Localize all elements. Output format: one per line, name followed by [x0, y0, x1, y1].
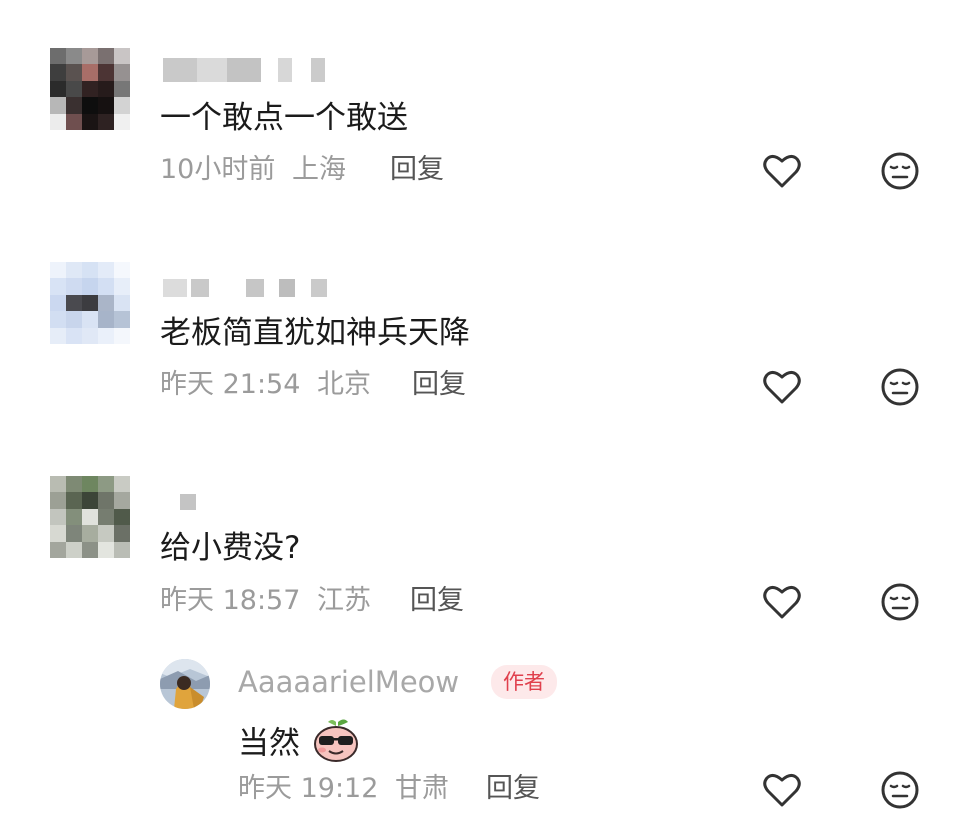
heart-outline-icon[interactable] — [760, 149, 804, 193]
comment-text: 老板简直犹如神兵天降 — [160, 315, 470, 351]
reply-location: 甘肃 — [395, 773, 449, 804]
avatar[interactable] — [50, 48, 130, 130]
author-avatar[interactable] — [160, 659, 210, 709]
comment-time: 昨天 18:57 — [160, 585, 301, 616]
heart-outline-icon[interactable] — [760, 365, 804, 409]
avatar[interactable] — [50, 262, 130, 344]
reply-button[interactable]: 回复 — [486, 771, 540, 807]
reply-time: 昨天 19:12 — [238, 773, 379, 804]
sunglasses-peach-sticker-icon — [312, 718, 360, 772]
heart-outline-icon[interactable] — [760, 768, 804, 812]
comment-location: 上海 — [291, 154, 346, 185]
avatar[interactable] — [50, 476, 130, 558]
comment-text: 一个敢点一个敢送 — [160, 100, 408, 136]
comment-location: 北京 — [317, 369, 371, 400]
reply-button[interactable]: 回复 — [390, 152, 444, 188]
comment-location: 江苏 — [317, 585, 371, 616]
comment-time: 10小时前 — [160, 154, 276, 185]
comment-meta: 10小时前 上海 — [160, 152, 346, 188]
author-badge: 作者 — [491, 665, 557, 699]
neutral-face-icon[interactable] — [878, 149, 922, 193]
reply-text: 当然 — [238, 718, 360, 772]
neutral-face-icon[interactable] — [878, 580, 922, 624]
comment-text: 给小费没? — [160, 530, 301, 566]
neutral-face-icon[interactable] — [878, 365, 922, 409]
neutral-face-icon[interactable] — [878, 768, 922, 812]
comment-meta: 昨天 18:57 江苏 — [160, 583, 371, 619]
reply-button[interactable]: 回复 — [412, 367, 466, 403]
author-username[interactable]: AaaaarielMeow — [238, 663, 459, 701]
reply-meta: 昨天 19:12 甘肃 — [238, 771, 449, 807]
heart-outline-icon[interactable] — [760, 580, 804, 624]
reply-button[interactable]: 回复 — [410, 583, 464, 619]
comment-meta: 昨天 21:54 北京 — [160, 367, 371, 403]
comment-time: 昨天 21:54 — [160, 369, 301, 400]
